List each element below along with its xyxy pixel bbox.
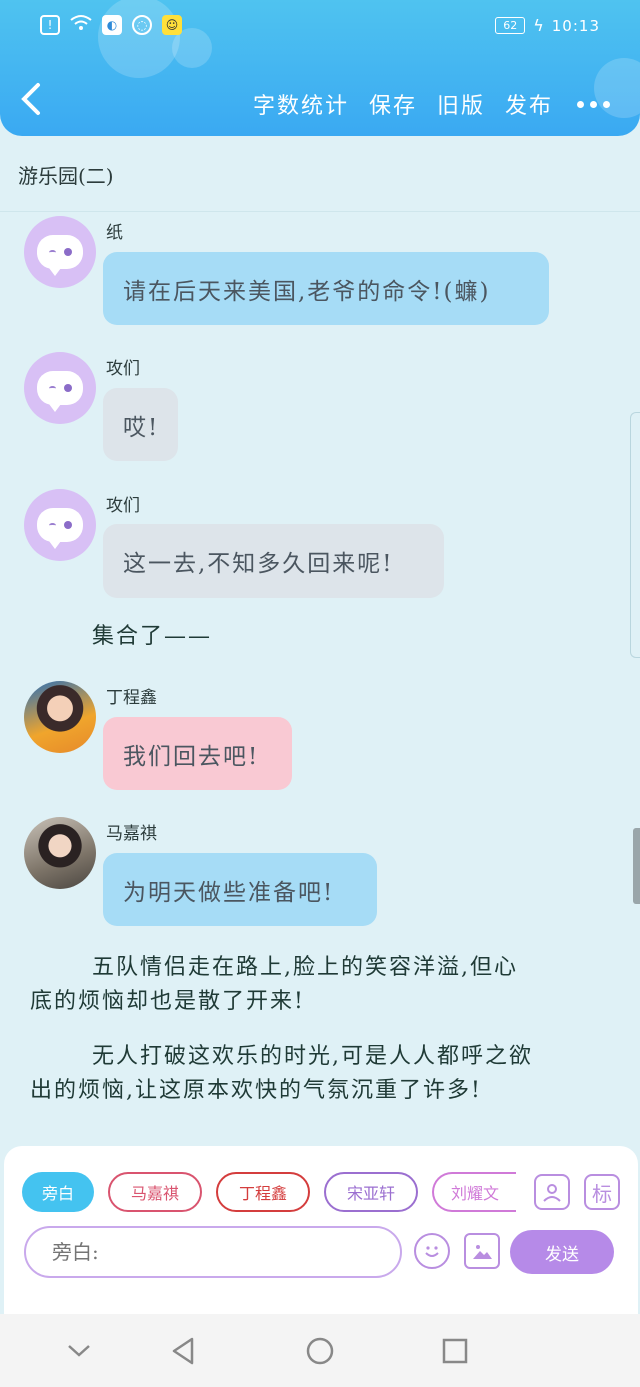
battery-icon: 62 — [495, 17, 526, 34]
status-bar: ! ◐ ◌ ☺ 62 ϟ 10:13 — [0, 8, 640, 48]
tag-icon[interactable]: 标 — [584, 1174, 620, 1210]
old-version-button[interactable]: 旧版 — [437, 88, 485, 120]
emoji-app-icon: ☺ — [162, 15, 182, 35]
narration-line: 出的烦恼,让这原本欢快的气氛沉重了许多! — [30, 1078, 482, 1103]
narration-line: 五队情侣走在路上,脸上的笑容洋溢,但心 — [92, 955, 518, 980]
publish-button[interactable]: 发布 — [505, 88, 553, 120]
role-chip-ding-chengxin[interactable]: 丁程鑫 — [216, 1172, 310, 1212]
save-button[interactable]: 保存 — [369, 88, 417, 120]
default-avatar[interactable] — [24, 216, 96, 288]
message-bubble[interactable]: 这一去,不知多久回来呢! — [103, 524, 444, 598]
app-screen: ! ◐ ◌ ☺ 62 ϟ 10:13 字数统计 保存 旧版 发布 游乐园(二) … — [0, 0, 640, 1387]
speaker-name: 攻们 — [106, 359, 140, 379]
narration-text: 集合了—— — [92, 624, 213, 649]
tag-label: 标 — [592, 1181, 612, 1206]
image-icon[interactable] — [464, 1233, 500, 1269]
narration-line: 无人打破这欢乐的时光,可是人人都呼之欲 — [92, 1044, 533, 1069]
back-triangle-icon[interactable] — [166, 1334, 200, 1368]
system-nav-bar — [0, 1314, 640, 1387]
message-input[interactable] — [24, 1226, 402, 1278]
message-bubble[interactable]: 我们回去吧! — [103, 717, 292, 790]
divider — [0, 211, 640, 212]
recents-square-icon[interactable] — [438, 1334, 472, 1368]
header: ! ◐ ◌ ☺ 62 ϟ 10:13 字数统计 保存 旧版 发布 — [0, 0, 640, 136]
alert-icon: ! — [40, 15, 60, 35]
role-chip-song-yaxuan[interactable]: 宋亚轩 — [324, 1172, 418, 1212]
browser-icon: ◌ — [132, 15, 152, 35]
narration-line: 底的烦恼却也是散了开来! — [30, 989, 305, 1014]
message-bubble[interactable]: 为明天做些准备吧! — [103, 853, 377, 926]
home-circle-icon[interactable] — [303, 1334, 337, 1368]
chat-bubble-icon — [37, 508, 83, 549]
contact-card-icon[interactable] — [534, 1174, 570, 1210]
message-bubble[interactable]: 请在后天来美国,老爷的命令!(蠊) — [103, 252, 549, 325]
role-chip-ma-jiaqi[interactable]: 马嘉祺 — [108, 1172, 202, 1212]
photo-avatar[interactable] — [24, 817, 96, 889]
status-icons: ! ◐ ◌ ☺ — [40, 14, 182, 36]
role-chip-narrator[interactable]: 旁白 — [22, 1172, 94, 1212]
speaker-name: 纸 — [106, 223, 123, 243]
back-button[interactable] — [18, 82, 54, 122]
emoji-icon[interactable] — [414, 1233, 450, 1269]
send-button[interactable]: 发送 — [510, 1230, 614, 1274]
status-right: 62 ϟ 10:13 — [495, 16, 600, 35]
chevron-left-icon — [21, 83, 40, 115]
message-bubble[interactable]: 哎! — [103, 388, 178, 461]
clock: 10:13 — [551, 16, 600, 35]
wifi-icon — [70, 14, 92, 36]
input-panel: 旁白 马嘉祺 丁程鑫 宋亚轩 刘耀文 标 发送 — [4, 1146, 638, 1314]
scrollbar[interactable] — [633, 828, 640, 904]
chevron-down-icon[interactable] — [62, 1334, 96, 1368]
scroll-track[interactable] — [630, 412, 640, 658]
word-count-button[interactable]: 字数统计 — [253, 88, 349, 120]
more-dots-icon[interactable] — [577, 100, 610, 108]
chat-bubble-icon — [37, 371, 83, 412]
chat-bubble-icon — [37, 235, 83, 276]
role-chip-liu-yaowen[interactable]: 刘耀文 — [432, 1172, 516, 1212]
nav-bar: 字数统计 保存 旧版 发布 — [0, 80, 640, 126]
chapter-title: 游乐园(二) — [18, 164, 114, 188]
default-avatar[interactable] — [24, 489, 96, 561]
default-avatar[interactable] — [24, 352, 96, 424]
app-icon: ◐ — [102, 15, 122, 35]
speaker-name: 马嘉祺 — [106, 824, 157, 844]
speaker-name: 丁程鑫 — [106, 688, 157, 708]
nav-actions: 字数统计 保存 旧版 发布 — [253, 88, 610, 120]
photo-avatar[interactable] — [24, 681, 96, 753]
charging-icon: ϟ — [533, 16, 544, 35]
speaker-name: 攻们 — [106, 496, 140, 516]
